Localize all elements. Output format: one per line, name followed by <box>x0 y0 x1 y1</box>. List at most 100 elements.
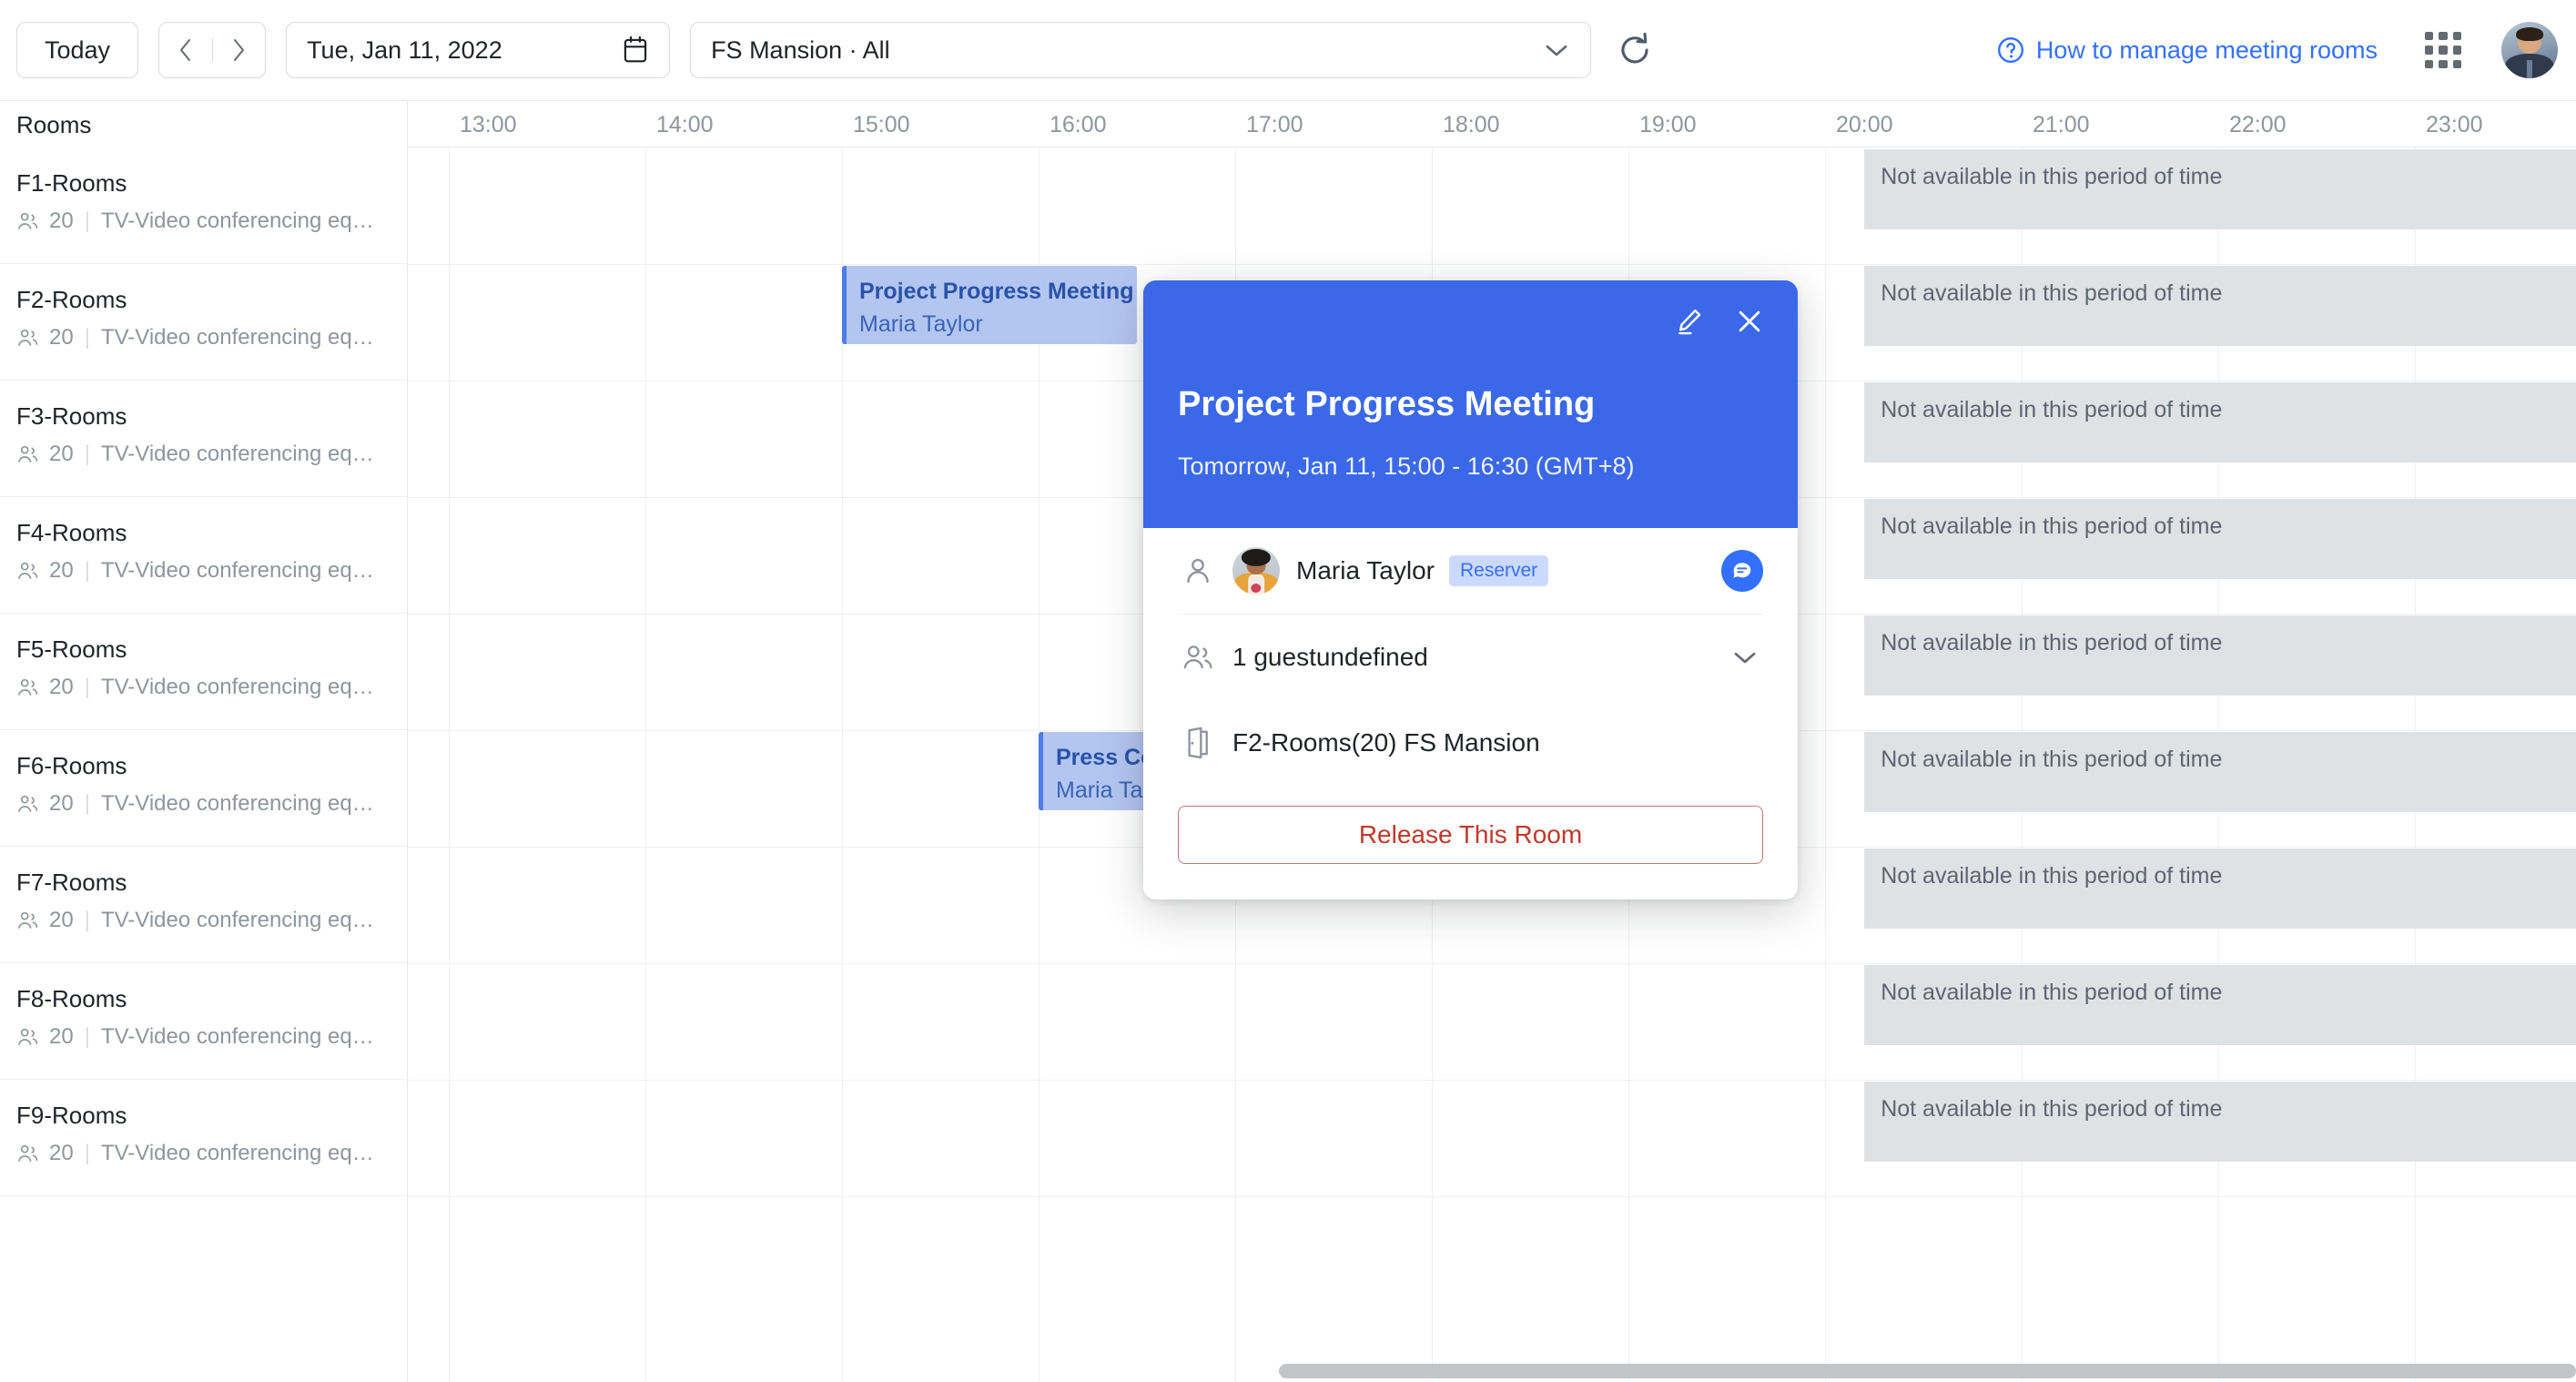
room-filter-select[interactable]: FS Mansion · All <box>690 22 1592 78</box>
time-label: 21:00 <box>2033 111 2090 137</box>
close-popup-button[interactable] <box>1729 300 1770 342</box>
room-meta: 20 | TV-Video conferencing equi... <box>16 1023 390 1051</box>
help-link-label: How to manage meeting rooms <box>2035 36 2378 64</box>
time-label: 18:00 <box>1443 111 1500 137</box>
room-list-item[interactable]: F8-Rooms 20 | TV-Video conferencing equi... <box>0 963 407 1080</box>
apps-dot <box>2439 59 2448 68</box>
prev-day-button[interactable] <box>159 23 212 77</box>
apps-dot <box>2452 46 2461 55</box>
room-list-item[interactable]: F9-Rooms 20 | TV-Video conferencing equi... <box>0 1080 407 1196</box>
people-icon <box>1178 642 1218 673</box>
room-meta: 20 | TV-Video conferencing equi... <box>16 324 390 351</box>
time-label: 19:00 <box>1639 111 1697 137</box>
people-icon <box>18 795 38 812</box>
room-name: F9-Rooms <box>16 1102 127 1129</box>
room-equipment: TV-Video conferencing equi... <box>100 558 374 583</box>
unavailable-block: Not available in this period of time <box>1864 615 2576 696</box>
room-capacity: 20 <box>49 325 74 350</box>
timeline-header: Rooms 13:00 14:00 15:00 16:00 17:00 18:00 19:0… <box>0 100 2576 148</box>
rooms-column-header-label: Rooms <box>16 110 92 138</box>
room-name: F8-Rooms <box>16 985 127 1012</box>
room-filter-value: FS Mansion · All <box>711 36 890 64</box>
people-icon <box>18 678 38 696</box>
room-capacity: 20 <box>49 908 74 932</box>
people-icon <box>18 212 38 229</box>
toolbar-right-group: How to manage meeting rooms <box>1996 0 2576 100</box>
avatar[interactable] <box>2501 22 2558 78</box>
horizontal-scrollbar-thumb[interactable] <box>1279 1364 2576 1378</box>
guests-row[interactable]: 1 guestundefined <box>1178 615 1763 700</box>
room-list-item[interactable]: F1-Rooms 20 | TV-Video conferencing equi... <box>0 147 407 264</box>
room-equipment: TV-Video conferencing equi... <box>100 325 374 350</box>
unavailable-label: Not available in this period of time <box>1881 747 2223 772</box>
popup-title: Project Progress Meeting <box>1178 385 1596 423</box>
room-name: F3-Rooms <box>16 402 127 430</box>
room-list-item[interactable]: F3-Rooms 20 | TV-Video conferencing equi... <box>0 381 407 497</box>
room-meta-divider: | <box>84 791 90 816</box>
calendar-event-title: Project Progress Meeting <box>859 279 1134 304</box>
apps-dot <box>2425 32 2434 41</box>
today-button[interactable]: Today <box>16 22 139 78</box>
room-meta-divider: | <box>84 1141 90 1165</box>
calendar-event[interactable]: Project Progress Meeting Maria Taylor <box>842 266 1137 344</box>
horizontal-scrollbar-track[interactable] <box>408 1358 2576 1382</box>
room-meta: 20 | TV-Video conferencing equi... <box>16 557 390 584</box>
room-name: F4-Rooms <box>16 519 127 546</box>
chevron-left-icon <box>179 39 190 61</box>
apps-dot <box>2452 32 2461 41</box>
apps-grid-icon[interactable] <box>2419 26 2467 74</box>
room-capacity: 20 <box>49 675 74 699</box>
grid-hline <box>408 1080 2576 1081</box>
refresh-icon <box>1621 32 1648 64</box>
unavailable-label: Not available in this period of time <box>1881 980 2223 1005</box>
room-list-item[interactable]: F7-Rooms 20 | TV-Video conferencing equi... <box>0 847 407 963</box>
chat-icon[interactable] <box>1721 550 1763 592</box>
time-label: 22:00 <box>2229 111 2287 137</box>
unavailable-block: Not available in this period of time <box>1864 499 2576 579</box>
room-equipment: TV-Video conferencing equi... <box>100 1024 374 1049</box>
apps-dot <box>2452 59 2461 68</box>
room-list-item[interactable]: F6-Rooms 20 | TV-Video conferencing equi... <box>0 730 407 847</box>
room-list-item[interactable]: F5-Rooms 20 | TV-Video conferencing equi... <box>0 614 407 730</box>
reserver-avatar-hair <box>1241 549 1272 566</box>
apps-dot <box>2439 32 2448 41</box>
room-list-item[interactable]: F4-Rooms 20 | TV-Video conferencing equi... <box>0 497 407 614</box>
room-name: F5-Rooms <box>16 635 127 663</box>
reserver-row: Maria Taylor Reserver <box>1178 528 1763 614</box>
chevron-down-icon <box>1546 45 1567 56</box>
room-equipment: TV-Video conferencing equi... <box>100 1141 374 1165</box>
room-name: F7-Rooms <box>16 869 127 896</box>
edit-event-button[interactable] <box>1668 300 1710 342</box>
avatar-hair <box>2516 27 2543 42</box>
people-icon <box>18 445 38 462</box>
room-meta-divider: | <box>84 208 90 233</box>
unavailable-block: Not available in this period of time <box>1864 266 2576 346</box>
room-capacity: 20 <box>49 1024 74 1049</box>
expand-guests-button[interactable] <box>1727 639 1763 676</box>
room-capacity: 20 <box>49 208 74 233</box>
room-meta-divider: | <box>84 908 90 932</box>
release-room-button[interactable]: Release This Room <box>1178 806 1763 864</box>
grid-hline <box>408 264 2576 265</box>
unavailable-label: Not available in this period of time <box>1881 863 2223 889</box>
apps-dot <box>2439 46 2448 55</box>
room-equipment: TV-Video conferencing equi... <box>100 442 374 466</box>
refresh-button[interactable] <box>1613 28 1657 72</box>
room-meta: 20 | TV-Video conferencing equi... <box>16 790 390 818</box>
help-link[interactable]: How to manage meeting rooms <box>1996 36 2378 65</box>
reserver-avatar <box>1232 547 1280 594</box>
door-icon <box>1178 727 1218 759</box>
unavailable-label: Not available in this period of time <box>1881 164 2223 189</box>
room-row: F2-Rooms(20) FS Mansion <box>1178 700 1763 786</box>
popup-actions <box>1668 300 1770 342</box>
person-icon <box>1178 555 1218 586</box>
event-detail-popup[interactable]: Project Progress Meeting Tomorrow, Jan 1… <box>1143 280 1798 899</box>
room-capacity: 20 <box>49 1141 74 1165</box>
people-icon <box>18 1028 38 1045</box>
room-list-item[interactable]: F2-Rooms 20 | TV-Video conferencing equi... <box>0 264 407 381</box>
people-icon <box>18 329 38 346</box>
room-meta-divider: | <box>84 442 90 466</box>
next-day-button[interactable] <box>213 23 266 77</box>
date-picker[interactable]: Tue, Jan 11, 2022 <box>286 22 671 78</box>
room-name: F6-Rooms <box>16 752 127 779</box>
